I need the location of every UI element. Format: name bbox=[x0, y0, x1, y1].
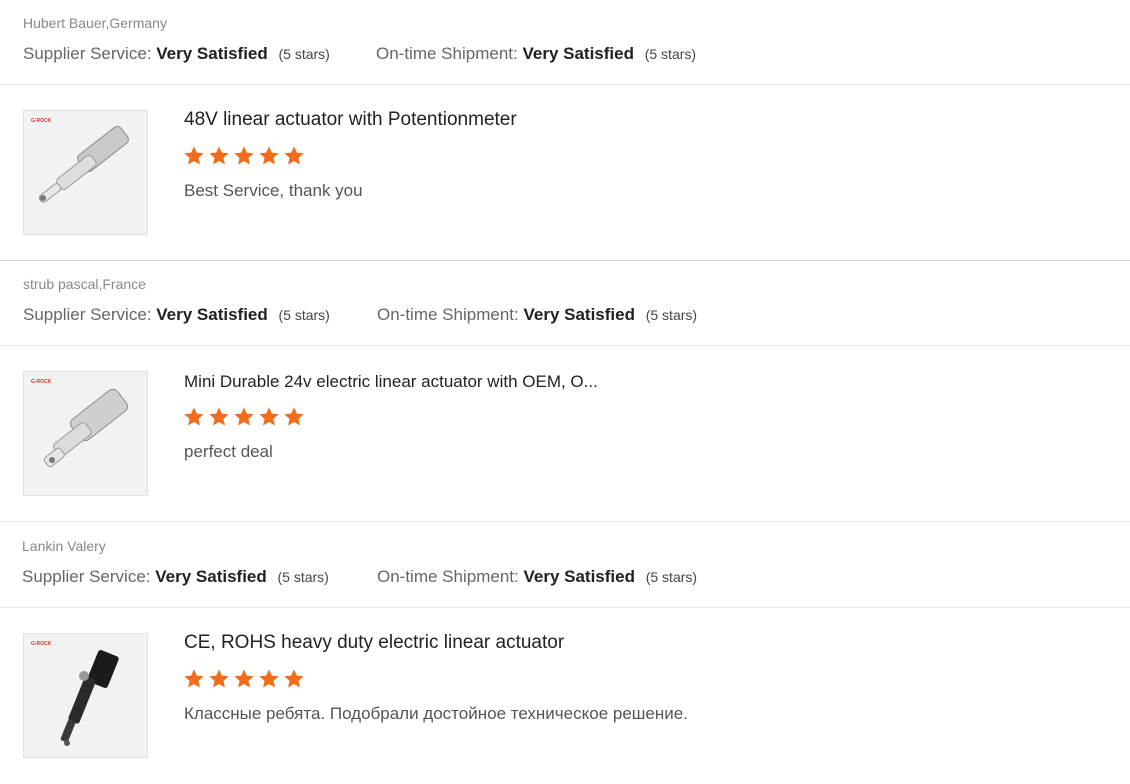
supplier-service-count: (5 stars) bbox=[277, 569, 329, 585]
shipment-value: Very Satisfied bbox=[523, 567, 635, 586]
product-thumbnail[interactable]: G-ROCK bbox=[23, 371, 148, 496]
product-row: G-ROCK Mini Durable 24v electric linear … bbox=[0, 346, 1130, 522]
shipment-rating: On-time Shipment: Very Satisfied (5 star… bbox=[377, 567, 697, 587]
star-rating bbox=[183, 145, 305, 167]
product-title-link[interactable]: 48V linear actuator with Potentionmeter bbox=[184, 109, 517, 131]
supplier-service-label: Supplier Service: bbox=[23, 305, 152, 324]
reviewer-name: Hubert Bauer,Germany bbox=[23, 15, 167, 31]
mini-actuator-icon bbox=[43, 388, 128, 468]
review-comment: Классные ребята. Подобрали достойное тех… bbox=[184, 704, 688, 723]
shipment-label: On-time Shipment: bbox=[376, 44, 518, 63]
product-title-link[interactable]: CE, ROHS heavy duty electric linear actu… bbox=[184, 632, 564, 654]
supplier-service-rating: Supplier Service: Very Satisfied (5 star… bbox=[23, 305, 330, 325]
product-row: G-ROCK CE, ROHS heavy duty electric line… bbox=[0, 608, 1130, 784]
star-rating bbox=[183, 668, 305, 690]
star-icon bbox=[209, 407, 229, 426]
supplier-service-value: Very Satisfied bbox=[156, 44, 268, 63]
star-rating bbox=[183, 406, 305, 428]
reviewer-name: Lankin Valery bbox=[22, 538, 106, 554]
star-icon bbox=[234, 669, 254, 688]
star-icon bbox=[234, 146, 254, 165]
shipment-rating: On-time Shipment: Very Satisfied (5 star… bbox=[376, 44, 696, 64]
silver-actuator-icon bbox=[38, 126, 129, 203]
brand-logo-text: G-ROCK bbox=[31, 118, 52, 124]
shipment-label: On-time Shipment: bbox=[377, 567, 519, 586]
supplier-service-value: Very Satisfied bbox=[156, 305, 268, 324]
star-icon bbox=[284, 146, 304, 165]
shipment-value: Very Satisfied bbox=[523, 305, 635, 324]
supplier-service-rating: Supplier Service: Very Satisfied (5 star… bbox=[22, 567, 329, 587]
star-icon bbox=[209, 669, 229, 688]
review-comment: perfect deal bbox=[184, 442, 273, 461]
star-icon bbox=[184, 146, 204, 165]
divider bbox=[0, 521, 1130, 522]
brand-logo-text: G-ROCK bbox=[31, 379, 52, 385]
star-icon bbox=[259, 669, 279, 688]
shipment-count: (5 stars) bbox=[645, 307, 698, 323]
review-comment: Best Service, thank you bbox=[184, 181, 363, 200]
review-header: Lankin Valery Supplier Service: Very Sat… bbox=[0, 523, 1130, 608]
product-row: G-ROCK 48V linear actuator with Potentio… bbox=[0, 85, 1130, 261]
supplier-service-value: Very Satisfied bbox=[155, 567, 267, 586]
supplier-service-label: Supplier Service: bbox=[22, 567, 151, 586]
product-thumbnail[interactable]: G-ROCK bbox=[23, 110, 148, 235]
star-icon bbox=[184, 407, 204, 426]
supplier-service-label: Supplier Service: bbox=[23, 44, 152, 63]
star-icon bbox=[209, 146, 229, 165]
black-actuator-icon bbox=[60, 650, 119, 746]
review-header: Hubert Bauer,Germany Supplier Service: V… bbox=[0, 0, 1130, 85]
shipment-rating: On-time Shipment: Very Satisfied (5 star… bbox=[377, 305, 697, 325]
star-icon bbox=[284, 407, 304, 426]
product-thumbnail[interactable]: G-ROCK bbox=[23, 633, 148, 758]
reviewer-name: strub pascal,France bbox=[23, 276, 146, 292]
shipment-label: On-time Shipment: bbox=[377, 305, 519, 324]
supplier-service-count: (5 stars) bbox=[278, 307, 330, 323]
star-icon bbox=[234, 407, 254, 426]
supplier-service-rating: Supplier Service: Very Satisfied (5 star… bbox=[23, 44, 330, 64]
star-icon bbox=[259, 407, 279, 426]
review-header: strub pascal,France Supplier Service: Ve… bbox=[0, 261, 1130, 346]
star-icon bbox=[259, 146, 279, 165]
product-title-link[interactable]: Mini Durable 24v electric linear actuato… bbox=[184, 372, 598, 392]
supplier-service-count: (5 stars) bbox=[278, 46, 330, 62]
star-icon bbox=[184, 669, 204, 688]
brand-logo-text: G-ROCK bbox=[31, 641, 52, 647]
shipment-count: (5 stars) bbox=[644, 46, 697, 62]
shipment-value: Very Satisfied bbox=[522, 44, 634, 63]
star-icon bbox=[284, 669, 304, 688]
shipment-count: (5 stars) bbox=[645, 569, 698, 585]
